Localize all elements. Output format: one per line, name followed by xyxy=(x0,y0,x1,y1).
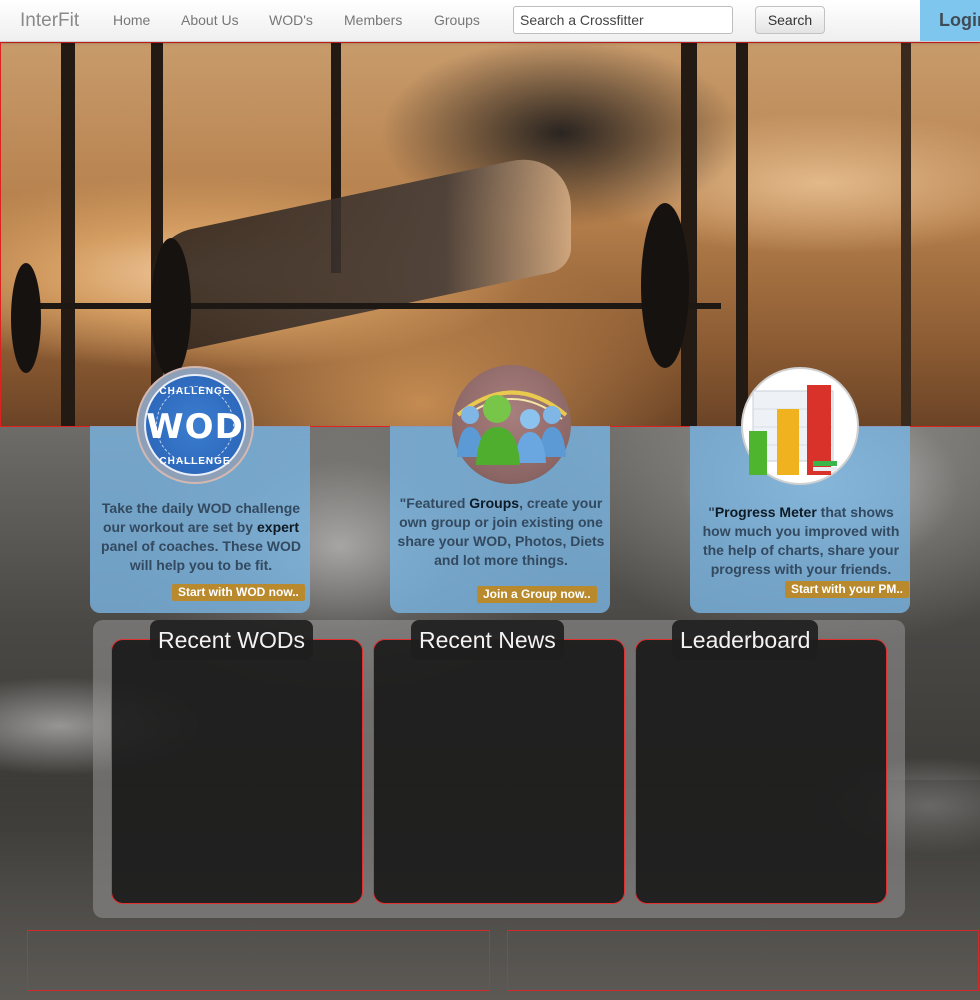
recent-news-panel xyxy=(373,639,625,904)
recent-wods-title: Recent WODs xyxy=(150,620,313,660)
nav-about-us[interactable]: About Us xyxy=(181,12,239,28)
recent-news-title: Recent News xyxy=(411,620,564,660)
wod-challenge-badge-icon: CHALLENGE WOD CHALLENGE xyxy=(136,366,254,484)
join-group-button[interactable]: Join a Group now.. xyxy=(477,586,597,603)
login-button[interactable]: Login xyxy=(920,0,980,41)
nav-home[interactable]: Home xyxy=(113,12,150,28)
feature-card-wod-text: Take the daily WOD challenge our workout… xyxy=(101,500,301,573)
footer-right-box xyxy=(507,930,979,991)
nav-wods[interactable]: WOD's xyxy=(269,12,313,28)
nav-members[interactable]: Members xyxy=(344,12,402,28)
search-input[interactable] xyxy=(513,6,733,34)
start-pm-button[interactable]: Start with your PM.. xyxy=(785,581,910,598)
people-group-icon xyxy=(452,365,571,484)
nav-groups[interactable]: Groups xyxy=(434,12,480,28)
feature-card-progress-text: "Progress Meter that shows how much you … xyxy=(702,504,900,577)
login-label: Login xyxy=(939,10,980,30)
footer-left-box xyxy=(27,930,490,991)
bar-chart-icon xyxy=(741,367,859,485)
brand-logo[interactable]: InterFit xyxy=(20,10,79,32)
leaderboard-panel xyxy=(635,639,887,904)
top-navbar: InterFit Home About Us WOD's Members Gro… xyxy=(0,0,980,42)
search-button[interactable]: Search xyxy=(755,6,825,34)
feature-card-groups-text: "Featured Groups, create your own group … xyxy=(397,495,605,568)
recent-wods-panel xyxy=(111,639,363,904)
leaderboard-title: Leaderboard xyxy=(672,620,819,660)
start-wod-button[interactable]: Start with WOD now.. xyxy=(172,584,305,601)
